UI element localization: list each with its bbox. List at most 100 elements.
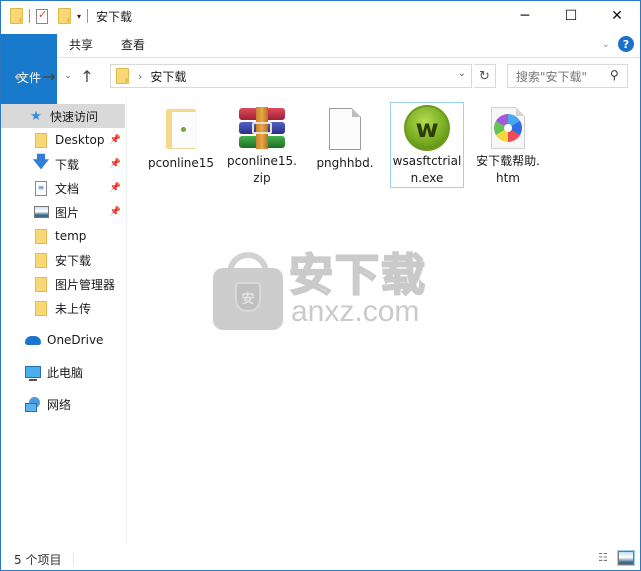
item-count: 5 个项目 (14, 552, 62, 567)
minimize-button[interactable]: ─ (502, 1, 548, 31)
properties-icon[interactable] (36, 8, 48, 24)
maximize-button[interactable]: ☐ (548, 1, 594, 31)
file-item-blank[interactable]: pnghhbd. (308, 102, 382, 188)
help-icon[interactable]: ? (618, 36, 634, 52)
search-placeholder: 搜索"安下载" (516, 69, 588, 84)
sidebar-item-label: temp (55, 229, 87, 243)
sidebar-item-quick-access[interactable]: ★ 快速访问 (1, 104, 125, 128)
search-icon[interactable]: ⚲ (610, 68, 619, 82)
watermark-bag-icon: 安 (213, 252, 283, 330)
refresh-button[interactable]: ↻ (474, 64, 496, 88)
folder-icon (33, 300, 49, 316)
sidebar-item-label: 安下载 (55, 253, 92, 268)
large-icons-view-icon[interactable] (617, 550, 635, 566)
onedrive-cloud-icon (25, 332, 41, 348)
status-separator (73, 552, 75, 566)
back-button[interactable]: ← (9, 67, 33, 86)
up-button[interactable]: ↑ (75, 67, 99, 86)
details-view-icon[interactable]: ☷ (598, 551, 614, 565)
sidebar-item-label: 文档 (55, 181, 80, 196)
watermark: 安 安下载 anxz.com (213, 244, 453, 334)
file-item-zip[interactable]: pconline15.zip (225, 102, 299, 188)
file-item-exe[interactable]: w wsasftctrialn.exe (390, 102, 464, 188)
webroot-exe-icon: w (403, 105, 451, 151)
htm-file-icon (484, 105, 532, 151)
toolbar-separator (87, 9, 89, 23)
this-pc-icon (25, 364, 41, 381)
expand-ribbon-icon[interactable]: ⌄ (602, 39, 610, 50)
folder-icon (33, 276, 49, 292)
recent-locations-dropdown[interactable]: ⌄ (61, 71, 75, 81)
ribbon-right-controls: ⌄ ? (602, 36, 634, 52)
sidebar-item-anxz[interactable]: 安下载 (1, 248, 125, 272)
sidebar-item-network[interactable]: 网络 (1, 392, 125, 416)
close-button[interactable]: ✕ (594, 1, 640, 31)
file-item-htm[interactable]: 安下载帮助.htm (471, 102, 545, 188)
watermark-shield: 安 (235, 282, 261, 312)
file-name: pconline15.zip (227, 154, 297, 185)
folder-icon[interactable] (10, 8, 23, 24)
toolbar-separator (29, 9, 30, 23)
sidebar-item-onedrive[interactable]: OneDrive (1, 328, 125, 352)
sidebar-item-downloads[interactable]: 🡇 下载 📌 (1, 152, 125, 176)
title-bar: ▾ 安下载 ─ ☐ ✕ (1, 1, 640, 31)
file-name: pconline15 (147, 156, 215, 170)
folder-icon (116, 68, 129, 84)
pin-icon[interactable]: 📌 (110, 135, 121, 145)
sidebar-item-label: 图片 (55, 205, 80, 220)
watermark-en-text: anxz.com (291, 295, 420, 328)
pictures-icon (33, 204, 49, 220)
sidebar-item-label: 网络 (47, 397, 72, 412)
sidebar-item-label: 图片管理器 (55, 277, 116, 292)
address-dropdown-icon[interactable]: ⌄ (458, 68, 466, 79)
new-folder-icon[interactable] (58, 8, 71, 24)
sidebar-item-label: OneDrive (47, 333, 104, 347)
navigation-bar: ← → ⌄ ↑ › 安下载 ⌄ ↻ 搜索"安下载" ⚲ (1, 59, 640, 93)
sidebar-item-label: Desktop (55, 133, 105, 147)
pin-icon[interactable]: 📌 (110, 159, 121, 169)
sidebar-item-not-uploaded[interactable]: 未上传 (1, 296, 125, 320)
sidebar-item-label: 未上传 (55, 301, 92, 316)
sidebar-item-pictures[interactable]: 图片 📌 (1, 200, 125, 224)
folder-icon (33, 252, 49, 268)
folder-icon (33, 132, 49, 148)
ribbon-tabs: 文件 主页 共享 查看 ⌄ ? (1, 31, 640, 120)
sidebar-item-this-pc[interactable]: 此电脑 (1, 360, 125, 384)
breadcrumb-item[interactable]: 安下载 (150, 68, 186, 85)
sidebar-item-temp[interactable]: temp (1, 224, 125, 248)
search-input[interactable]: 搜索"安下载" ⚲ (507, 64, 628, 88)
breadcrumb-separator[interactable]: › (138, 70, 142, 83)
window-title: 安下载 (96, 9, 133, 24)
navigation-pane: ★ 快速访问 Desktop 📌 🡇 下载 📌 ≡ 文档 📌 图片 📌 temp (1, 99, 127, 544)
tab-share[interactable]: 共享 (55, 31, 107, 58)
file-item-folder[interactable]: pconline15 (144, 102, 218, 188)
download-icon: 🡇 (32, 151, 50, 171)
sidebar-item-desktop[interactable]: Desktop 📌 (1, 128, 125, 152)
sidebar-item-label: 此电脑 (47, 365, 84, 380)
folder-icon (33, 228, 49, 244)
watermark-cn-text: 安下载 (288, 250, 427, 301)
file-name: 安下载帮助.htm (476, 154, 540, 185)
blank-file-icon (321, 105, 369, 153)
winrar-archive-icon (238, 105, 286, 151)
file-explorer-window: ▾ 安下载 ─ ☐ ✕ 文件 主页 共享 查看 ⌄ ? ← → ⌄ ↑ › 安下… (0, 0, 641, 571)
quick-access-toolbar: ▾ 安下载 (1, 1, 132, 31)
document-icon: ≡ (33, 180, 49, 196)
view-switcher: ☷ (598, 550, 635, 566)
network-icon (25, 396, 41, 412)
status-bar: 5 个项目 ☷ (1, 548, 640, 570)
customize-toolbar-dropdown[interactable]: ▾ (77, 12, 81, 21)
folder-icon (157, 105, 205, 153)
tab-view[interactable]: 查看 (107, 31, 159, 58)
file-list: pconline15 pconline15.zip pnghhbd. w wsa… (128, 99, 640, 544)
pin-icon[interactable]: 📌 (110, 207, 121, 217)
star-icon: ★ (30, 108, 42, 124)
sidebar-item-picture-manager[interactable]: 图片管理器 (1, 272, 125, 296)
sidebar-item-label: 下载 (55, 157, 80, 172)
window-controls: ─ ☐ ✕ (502, 1, 640, 31)
file-name: wsasftctrialn.exe (392, 154, 462, 185)
address-bar[interactable]: › 安下载 ⌄ (110, 64, 472, 88)
sidebar-item-documents[interactable]: ≡ 文档 📌 (1, 176, 125, 200)
forward-button[interactable]: → (37, 67, 61, 86)
pin-icon[interactable]: 📌 (110, 183, 121, 193)
